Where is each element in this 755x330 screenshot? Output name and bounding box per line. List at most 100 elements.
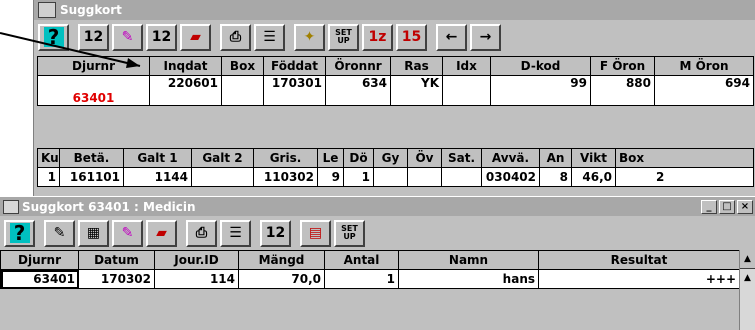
minimize-button[interactable]: _: [701, 199, 717, 214]
table-cell[interactable]: 1: [37, 167, 60, 187]
col-header: Ras: [390, 56, 443, 76]
table-cell[interactable]: hans: [398, 269, 539, 289]
arrow-right-icon: →: [479, 29, 492, 45]
list-icon: ☰: [263, 29, 276, 45]
medicin-table: Djurnr Datum Jour.ID Mängd Antal Namn Re…: [0, 250, 740, 289]
setup-icon: SET UP: [341, 224, 358, 241]
table-cell[interactable]: 2: [615, 167, 754, 187]
table-cell[interactable]: YK: [390, 75, 443, 106]
calendar-red-button[interactable]: 15: [396, 23, 427, 51]
col-header: Box: [221, 56, 264, 76]
col-header: Djurnr: [0, 250, 79, 270]
table-cell[interactable]: 694: [654, 75, 754, 106]
red-numbers-button[interactable]: 1z: [362, 23, 393, 51]
table-row[interactable]: 1 161101 1144 110302 9 1 030402 8 46,0 2: [37, 167, 754, 187]
scroll-up-icon: ▲: [744, 273, 751, 283]
table-cell[interactable]: 170301: [263, 75, 326, 106]
table-cell[interactable]: 110302: [253, 167, 318, 187]
table-cell[interactable]: 114: [154, 269, 239, 289]
table-cell[interactable]: 70,0: [238, 269, 325, 289]
pencil-button[interactable]: ✎: [112, 219, 143, 247]
vertical-scrollbar[interactable]: ▲ ▲: [739, 250, 755, 330]
col-header: Vikt: [571, 148, 616, 168]
eraser-icon: ▰: [190, 29, 201, 45]
list-button[interactable]: ☰: [220, 219, 251, 247]
next-button[interactable]: →: [470, 23, 501, 51]
table-row[interactable]: 63401 170302 114 70,0 1 hans +++: [0, 269, 740, 289]
table-cell[interactable]: 63401: [0, 269, 79, 289]
animal-number[interactable]: 63401: [37, 75, 150, 106]
table-cell[interactable]: 8: [539, 167, 572, 187]
pencil-icon: ✎: [121, 225, 134, 241]
arrow-left-icon: ←: [445, 29, 458, 45]
pointer-line: [0, 32, 141, 68]
eraser-button[interactable]: ▰: [180, 23, 211, 51]
table-cell[interactable]: 030402: [481, 167, 540, 187]
table-cell[interactable]: [221, 75, 264, 106]
col-header: Inqdat: [149, 56, 222, 76]
table-cell[interactable]: [373, 167, 408, 187]
col-header: Datum: [78, 250, 155, 270]
table-header-row: Ku Betä. Galt 1 Galt 2 Gris. Le Dö Gy Öv…: [37, 148, 754, 168]
eraser-icon: ▰: [156, 225, 167, 241]
col-header: Ku: [37, 148, 60, 168]
title-bar[interactable]: Suggkort 63401 : Medicin _ □ ×: [0, 197, 755, 216]
table-cell[interactable]: 1: [343, 167, 374, 187]
table-cell[interactable]: 161101: [59, 167, 124, 187]
col-header: Idx: [442, 56, 491, 76]
table-cell[interactable]: 634: [325, 75, 391, 106]
table-cell[interactable]: 46,0: [571, 167, 616, 187]
maximize-button[interactable]: □: [719, 199, 735, 214]
table-row[interactable]: 63401 220601 170301 634 YK 99 880 694: [37, 75, 754, 106]
col-header: Mängd: [238, 250, 325, 270]
scroll-up-button[interactable]: ▲: [740, 250, 755, 269]
help-button[interactable]: ?: [4, 219, 35, 247]
table-cell[interactable]: [441, 167, 482, 187]
eraser-button[interactable]: ▰: [146, 219, 177, 247]
data-button[interactable]: ▤: [300, 219, 331, 247]
prev-button[interactable]: ←: [436, 23, 467, 51]
print-button[interactable]: ⎙: [186, 219, 217, 247]
col-header: Betä.: [59, 148, 124, 168]
calendar-grid-button[interactable]: ▦: [78, 219, 109, 247]
col-header: Sat.: [441, 148, 482, 168]
col-header: Box: [615, 148, 754, 168]
table-cell[interactable]: 99: [490, 75, 591, 106]
data-icon: ▤: [308, 225, 323, 241]
table-cell[interactable]: 1144: [123, 167, 192, 187]
calendar-red-icon: 15: [401, 29, 422, 45]
col-header: D-kod: [490, 56, 591, 76]
col-header: Gy: [373, 148, 408, 168]
table-cell[interactable]: +++: [538, 269, 740, 289]
litter-table: Ku Betä. Galt 1 Galt 2 Gris. Le Dö Gy Öv…: [37, 148, 754, 187]
table-cell[interactable]: 1: [324, 269, 399, 289]
col-header: Resultat: [538, 250, 740, 270]
seal-icon: ✦: [303, 29, 316, 45]
seal-button[interactable]: ✦: [294, 23, 325, 51]
col-header: Öronnr: [325, 56, 391, 76]
printer-icon: ⎙: [195, 225, 208, 241]
list-button[interactable]: ☰: [254, 23, 285, 51]
table-cell[interactable]: [191, 167, 254, 187]
print-button[interactable]: ⎙: [220, 23, 251, 51]
calendar-grid-icon: ▦: [86, 225, 101, 241]
col-header: Galt 1: [123, 148, 192, 168]
col-header: M Öron: [654, 56, 754, 76]
calendar-copy-button[interactable]: 12: [260, 219, 291, 247]
window-title: Suggkort 63401 : Medicin: [22, 199, 196, 214]
pencil-grid-icon: ✎: [53, 225, 66, 241]
setup-button[interactable]: SET UP: [328, 23, 359, 51]
table-cell[interactable]: 9: [317, 167, 344, 187]
table-cell[interactable]: 880: [590, 75, 655, 106]
table-cell[interactable]: 220601: [149, 75, 222, 106]
setup-button[interactable]: SET UP: [334, 219, 365, 247]
col-header: Gris.: [253, 148, 318, 168]
table-cell[interactable]: 170302: [78, 269, 155, 289]
printer-icon: ⎙: [229, 29, 242, 45]
table-cell[interactable]: [407, 167, 442, 187]
col-header: Dö: [343, 148, 374, 168]
edit-button[interactable]: ✎: [44, 219, 75, 247]
close-button[interactable]: ×: [737, 199, 753, 214]
table-cell[interactable]: [442, 75, 491, 106]
col-header: Jour.ID: [154, 250, 239, 270]
